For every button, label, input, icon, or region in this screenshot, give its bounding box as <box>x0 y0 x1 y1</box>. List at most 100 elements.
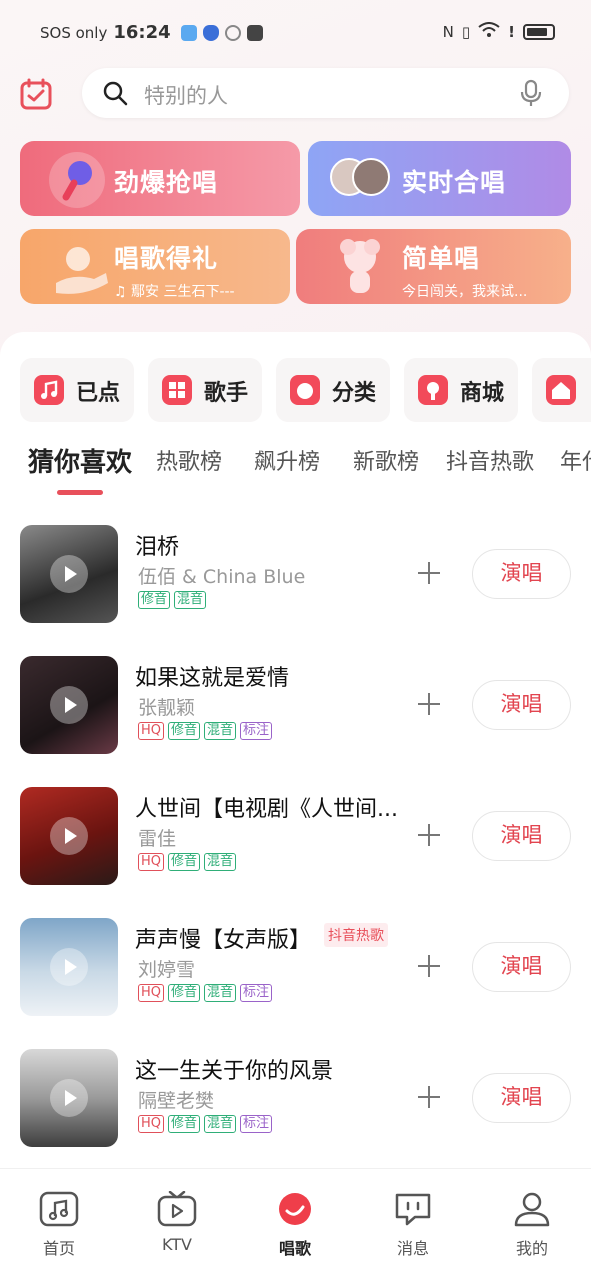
quick-more[interactable] <box>532 358 591 422</box>
song-artist: 雷佳 <box>138 828 177 850</box>
tag-mix: 混音 <box>204 1115 237 1133</box>
category-icon <box>290 375 320 405</box>
quick-shop[interactable]: 商城 <box>404 358 518 422</box>
sing-button[interactable]: 演唱 <box>472 811 571 861</box>
tag-list: HQ 修音 混音 标注 <box>138 984 273 1002</box>
album-cover[interactable] <box>20 525 118 623</box>
album-cover[interactable] <box>20 656 118 754</box>
play-icon[interactable] <box>50 686 88 724</box>
song-title: 这一生关于你的风景 <box>135 1059 334 1084</box>
tag-pitch-fix: 修音 <box>168 1115 201 1133</box>
search-bar[interactable]: 特别的人 <box>82 68 569 118</box>
battery-icon <box>523 24 555 40</box>
quick-label: 商城 <box>460 381 505 406</box>
play-icon[interactable] <box>50 1079 88 1117</box>
promo-easy-sing[interactable]: 简单唱 今日闯关，我来试... <box>296 229 571 304</box>
tag-hq: HQ <box>138 853 165 871</box>
active-tab-indicator <box>57 490 103 495</box>
promo-grab-sing[interactable]: 劲爆抢唱 <box>20 141 300 216</box>
tag-pitch-fix: 修音 <box>168 722 201 740</box>
add-icon[interactable] <box>414 951 444 981</box>
play-icon[interactable] <box>50 948 88 986</box>
nav-ktv[interactable]: KTV <box>137 1191 217 1254</box>
tab-rising[interactable]: 飙升榜 <box>254 444 320 476</box>
main-panel: 已点 歌手 分类 商城 猜你喜欢 热歌榜 飙升榜 新歌榜 抖音热歌 年代 泪桥 … <box>0 332 591 1168</box>
nav-label: KTV <box>162 1235 192 1254</box>
tag-hq: HQ <box>138 722 165 740</box>
add-icon[interactable] <box>414 689 444 719</box>
microphone-icon <box>49 152 105 208</box>
add-icon[interactable] <box>414 820 444 850</box>
sing-button[interactable]: 演唱 <box>472 1073 571 1123</box>
microphone-icon[interactable] <box>517 79 545 107</box>
album-cover[interactable] <box>20 918 118 1016</box>
app-notification-icon <box>180 24 197 41</box>
hot-badge: 抖音热歌 <box>324 923 388 947</box>
search-input[interactable]: 特别的人 <box>144 80 228 110</box>
sing-button[interactable]: 演唱 <box>472 942 571 992</box>
tag-mix: 混音 <box>204 984 237 1002</box>
promo-title: 唱歌得礼 <box>114 244 219 273</box>
nav-messages[interactable]: 消息 <box>373 1191 453 1259</box>
promo-live-chorus[interactable]: 实时合唱 <box>308 141 571 216</box>
avatar <box>352 158 390 196</box>
mascot-icon <box>340 239 380 293</box>
add-icon[interactable] <box>414 1082 444 1112</box>
calendar-checkin-icon[interactable] <box>20 78 52 110</box>
album-cover[interactable] <box>20 787 118 885</box>
alert-icon: ! <box>508 23 515 41</box>
vibrate-icon: ▯ <box>461 23 471 41</box>
tv-icon <box>157 1191 197 1227</box>
nav-home[interactable]: 首页 <box>19 1191 99 1259</box>
sing-button[interactable]: 演唱 <box>472 680 571 730</box>
add-icon[interactable] <box>414 558 444 588</box>
home-icon <box>546 375 576 405</box>
alarm-icon <box>224 24 241 41</box>
sing-button[interactable]: 演唱 <box>472 549 571 599</box>
song-row[interactable]: 如果这就是爱情 张靓颖 HQ 修音 混音 标注 演唱 <box>0 656 591 756</box>
clock: 16:24 <box>113 22 171 43</box>
status-right: N ▯ ! <box>443 22 555 42</box>
tag-list: HQ 修音 混音 标注 <box>138 1115 273 1133</box>
song-title: 声声慢【女声版】 <box>135 928 312 953</box>
shield-icon <box>202 24 219 41</box>
tag-annotated: 标注 <box>240 722 273 740</box>
tag-list: HQ 修音 混音 <box>138 853 237 871</box>
promo-title: 实时合唱 <box>402 168 507 197</box>
nav-label: 我的 <box>515 1239 548 1258</box>
tag-annotated: 标注 <box>240 1115 273 1133</box>
quick-label: 已点 <box>76 381 121 406</box>
song-row[interactable]: 泪桥 伍佰 & China Blue 修音 混音 演唱 <box>0 525 591 625</box>
tab-douyin-hot[interactable]: 抖音热歌 <box>446 444 534 476</box>
album-cover[interactable] <box>20 1049 118 1147</box>
wifi-icon <box>478 22 500 42</box>
tag-mix: 混音 <box>204 853 237 871</box>
play-icon[interactable] <box>50 817 88 855</box>
promo-sing-gift[interactable]: 唱歌得礼 ♫ 鄢安 三生石下--- <box>20 229 290 304</box>
nav-profile[interactable]: 我的 <box>492 1191 572 1259</box>
song-row[interactable]: 人世间【电视剧《人世间... 雷佳 HQ 修音 混音 演唱 <box>0 787 591 887</box>
song-row[interactable]: 声声慢【女声版】 抖音热歌 刘婷雪 HQ 修音 混音 标注 演唱 <box>0 918 591 1018</box>
user-icon <box>514 1192 550 1227</box>
nav-sing[interactable]: 唱歌 <box>255 1191 335 1259</box>
tab-new-songs[interactable]: 新歌榜 <box>353 444 419 476</box>
status-bar: SOS only 16:24 N ▯ ! <box>0 0 591 64</box>
message-icon <box>395 1193 431 1226</box>
promo-subtitle: 今日闯关，我来试... <box>402 284 528 300</box>
tab-era[interactable]: 年代 <box>560 444 591 476</box>
tab-hot-songs[interactable]: 热歌榜 <box>156 444 222 476</box>
song-row[interactable]: 这一生关于你的风景 隔壁老樊 HQ 修音 混音 标注 演唱 <box>0 1049 591 1149</box>
song-artist: 隔壁老樊 <box>138 1090 215 1112</box>
tab-guess-you-like[interactable]: 猜你喜欢 <box>28 442 132 479</box>
play-icon[interactable] <box>50 555 88 593</box>
upload-icon <box>246 24 263 41</box>
music-home-icon <box>39 1191 79 1227</box>
quick-ordered[interactable]: 已点 <box>20 358 134 422</box>
search-icon <box>103 81 128 106</box>
tag-pitch-fix: 修音 <box>168 984 201 1002</box>
quick-category[interactable]: 分类 <box>276 358 390 422</box>
promo-title: 简单唱 <box>402 244 481 273</box>
tag-mix: 混音 <box>174 591 207 609</box>
song-title: 泪桥 <box>135 535 180 560</box>
quick-singers[interactable]: 歌手 <box>148 358 262 422</box>
